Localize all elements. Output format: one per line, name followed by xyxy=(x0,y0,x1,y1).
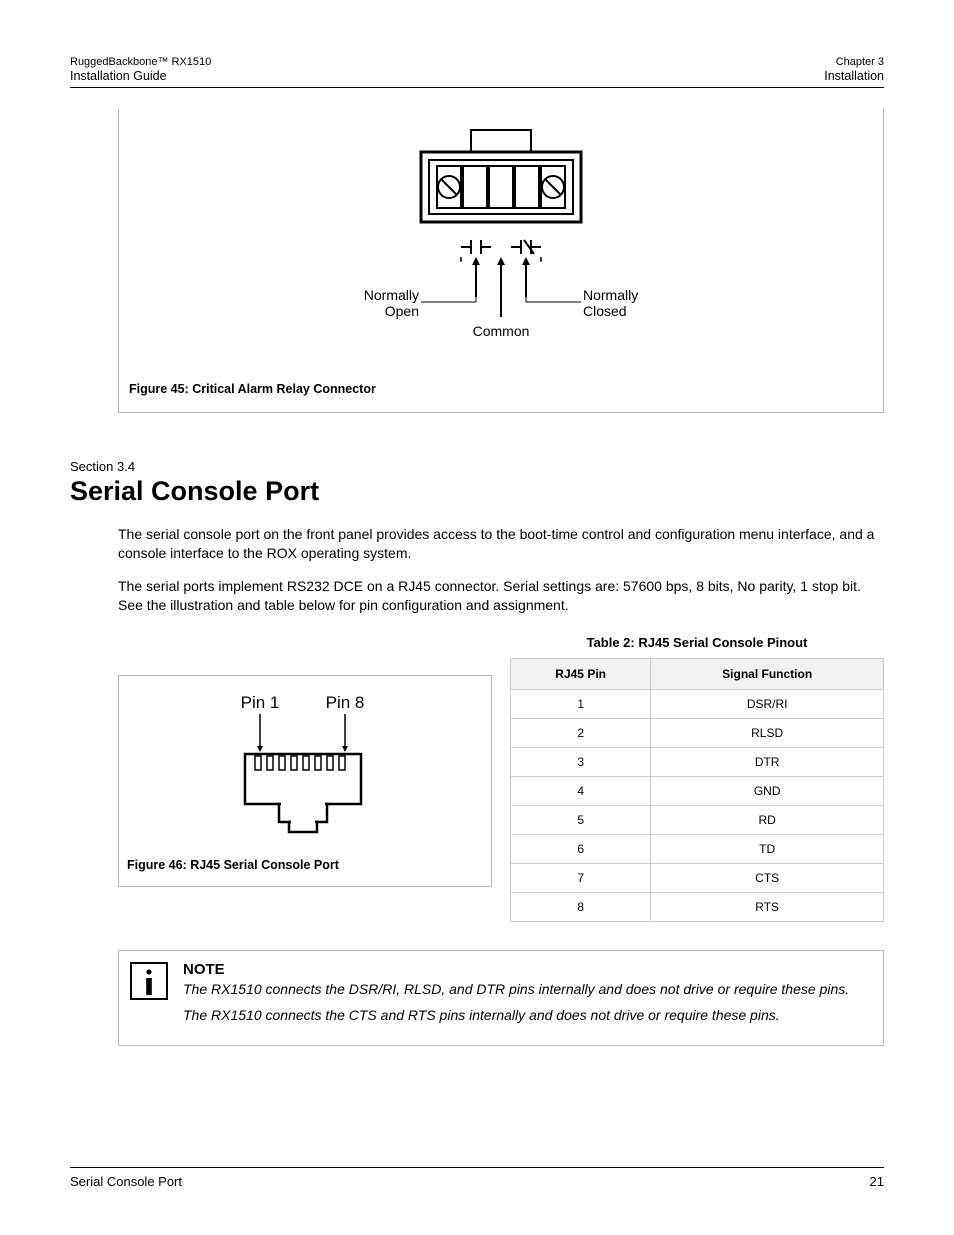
section-number: Section 3.4 xyxy=(70,459,884,474)
table-row: 4GND xyxy=(511,776,884,805)
page-header: RuggedBackbone™ RX1510 Installation Guid… xyxy=(70,56,884,88)
table-row: 5RD xyxy=(511,805,884,834)
header-chapter-title: Installation xyxy=(824,69,884,83)
footer-left: Serial Console Port xyxy=(70,1174,182,1189)
header-chapter: Chapter 3 xyxy=(824,56,884,68)
relay-connector-diagram: Normally Open Normally Closed Common xyxy=(129,122,873,372)
header-product: RuggedBackbone™ RX1510 xyxy=(70,56,211,68)
table-header-pin: RJ45 Pin xyxy=(511,658,651,689)
paragraph-2: The serial ports implement RS232 DCE on … xyxy=(118,577,884,615)
header-doc: Installation Guide xyxy=(70,69,211,83)
table-header-func: Signal Function xyxy=(651,658,884,689)
label-normally: Normally xyxy=(364,287,419,303)
note-p2: The RX1510 connects the CTS and RTS pins… xyxy=(183,1006,849,1025)
label-common: Common xyxy=(473,323,530,339)
pin8-label: Pin 8 xyxy=(326,693,365,712)
table-row: 1DSR/RI xyxy=(511,689,884,718)
table-row: 8RTS xyxy=(511,892,884,921)
paragraph-1: The serial console port on the front pan… xyxy=(118,525,884,563)
page-footer: Serial Console Port 21 xyxy=(70,1167,884,1189)
figure-table-row: Pin 1 Pin 8 xyxy=(118,635,884,922)
label-normally2: Normally xyxy=(583,287,638,303)
figure-45-caption: Figure 45: Critical Alarm Relay Connecto… xyxy=(129,382,873,396)
table-row: 2RLSD xyxy=(511,718,884,747)
note-title: NOTE xyxy=(183,961,849,978)
section-body: The serial console port on the front pan… xyxy=(118,525,884,615)
pinout-table: RJ45 Pin Signal Function 1DSR/RI 2RLSD 3… xyxy=(510,658,884,922)
figure-45-box: Normally Open Normally Closed Common Fig… xyxy=(118,108,884,413)
label-closed: Closed xyxy=(583,303,627,319)
pin1-label: Pin 1 xyxy=(241,693,280,712)
note-box: NOTE The RX1510 connects the DSR/RI, RLS… xyxy=(118,950,884,1047)
figure-46-box: Pin 1 Pin 8 xyxy=(118,675,492,887)
page: RuggedBackbone™ RX1510 Installation Guid… xyxy=(0,0,954,1235)
table-row: 7CTS xyxy=(511,863,884,892)
footer-page-number: 21 xyxy=(870,1174,884,1189)
table-2-caption: Table 2: RJ45 Serial Console Pinout xyxy=(510,635,884,650)
table-row: 3DTR xyxy=(511,747,884,776)
section-title: Serial Console Port xyxy=(70,476,884,507)
figure-46-caption: Figure 46: RJ45 Serial Console Port xyxy=(127,858,483,872)
table-row: 6TD xyxy=(511,834,884,863)
info-icon xyxy=(129,961,169,1006)
rj45-diagram: Pin 1 Pin 8 xyxy=(175,686,435,846)
note-p1: The RX1510 connects the DSR/RI, RLSD, an… xyxy=(183,980,849,999)
label-open: Open xyxy=(385,303,419,319)
